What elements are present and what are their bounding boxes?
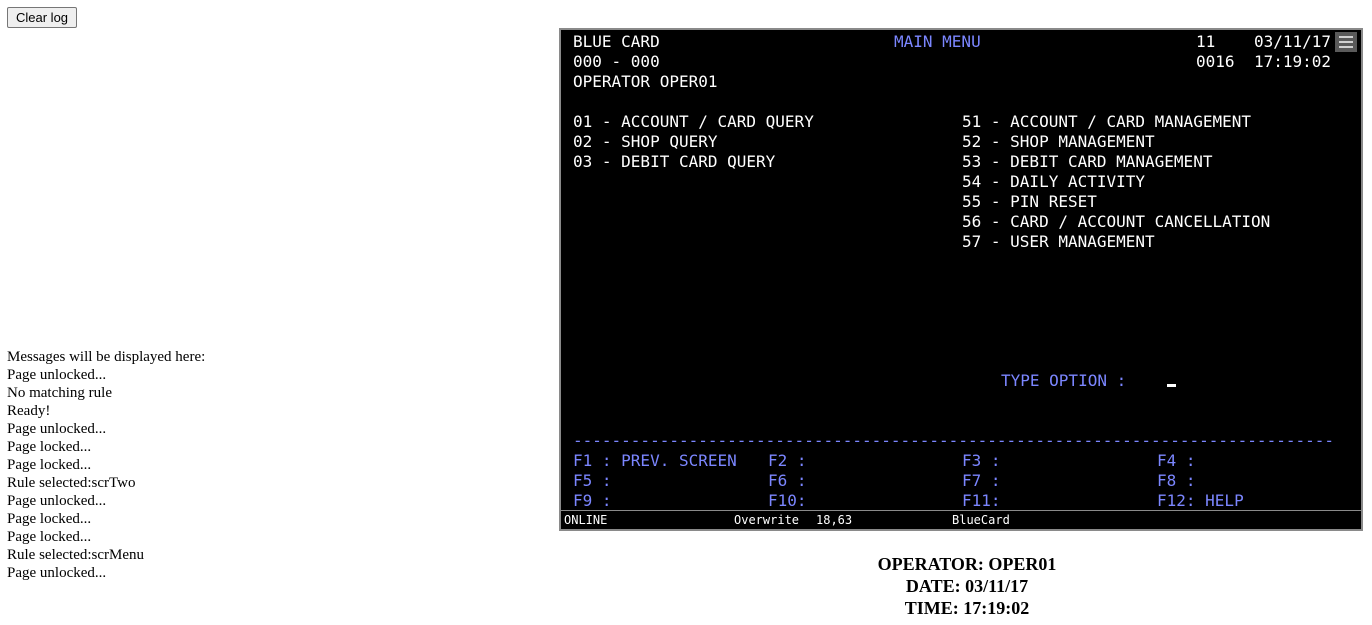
log-line: Page unlocked... — [7, 367, 107, 383]
fkey-f3[interactable]: F3 : — [962, 451, 1001, 471]
log-line: Rule selected:scrMenu — [7, 547, 145, 563]
menu-option-53: 53 - DEBIT CARD MANAGEMENT — [962, 152, 1213, 171]
log-line: Ready! — [7, 403, 51, 419]
option-input-cursor[interactable] — [1167, 384, 1176, 387]
info-date: DATE: 03/11/17 — [905, 576, 1029, 596]
header-time: 17:19:02 — [1254, 52, 1332, 71]
fkey-f11[interactable]: F11: — [962, 491, 1001, 511]
menu-option-51: 51 - ACCOUNT / CARD MANAGEMENT — [962, 112, 1251, 131]
log-line: Page unlocked... — [7, 421, 107, 437]
fkey-f8[interactable]: F8 : — [1157, 471, 1196, 491]
terminal-status-bar: ONLINE Overwrite 18,63 BlueCard — [561, 510, 1361, 529]
status-cursor-position: 18,63 — [816, 513, 853, 527]
log-line: Messages will be displayed here: — [7, 349, 206, 365]
app-name: BLUE CARD — [573, 32, 660, 51]
fkey-f12[interactable]: F12: HELP — [1157, 491, 1244, 511]
hamburger-menu-icon[interactable] — [1335, 32, 1357, 52]
screen-title: MAIN MENU — [894, 32, 981, 51]
header-range: 000 - 000 — [573, 52, 660, 71]
header-date: 03/11/17 — [1254, 32, 1332, 51]
status-session-name: BlueCard — [952, 513, 1010, 527]
session-info: OPERATOR: OPER01 DATE: 03/11/17 TIME: 17… — [760, 553, 1174, 619]
log-line: Page locked... — [7, 511, 92, 527]
info-operator: OPERATOR: OPER01 — [877, 554, 1057, 574]
type-option-prompt: TYPE OPTION : — [1001, 371, 1127, 390]
log-line: Page locked... — [7, 529, 92, 545]
fkey-f10[interactable]: F10: — [768, 491, 807, 511]
fkey-f9[interactable]: F9 : — [573, 491, 612, 511]
log-line: Page unlocked... — [7, 565, 107, 581]
separator-line: ----------------------------------------… — [573, 431, 1334, 450]
status-connection: ONLINE — [564, 513, 608, 527]
fkey-f2[interactable]: F2 : — [768, 451, 807, 471]
fkey-f5[interactable]: F5 : — [573, 471, 612, 491]
log-line: Rule selected:scrTwo — [7, 475, 136, 491]
log-line: Page locked... — [7, 457, 92, 473]
info-time: TIME: 17:19:02 — [904, 598, 1030, 618]
menu-option-55: 55 - PIN RESET — [962, 192, 1097, 211]
header-number: 0016 — [1196, 52, 1235, 71]
menu-option-54: 54 - DAILY ACTIVITY — [962, 172, 1146, 191]
menu-option-56: 56 - CARD / ACCOUNT CANCELLATION — [962, 212, 1271, 231]
fkey-f6[interactable]: F6 : — [768, 471, 807, 491]
menu-option-02: 02 - SHOP QUERY — [573, 132, 718, 151]
menu-option-01: 01 - ACCOUNT / CARD QUERY — [573, 112, 814, 131]
terminal-screen[interactable]: BLUE CARD MAIN MENU 11 03/11/17 000 - 00… — [559, 28, 1363, 531]
fkey-f4[interactable]: F4 : — [1157, 451, 1196, 471]
log-line: Page unlocked... — [7, 493, 107, 509]
menu-option-03: 03 - DEBIT CARD QUERY — [573, 152, 776, 171]
status-insert-mode: Overwrite — [734, 513, 800, 527]
fkey-f7[interactable]: F7 : — [962, 471, 1001, 491]
message-log: Messages will be displayed here: Page un… — [7, 348, 547, 582]
clear-log-button[interactable]: Clear log — [7, 7, 78, 28]
log-line: No matching rule — [7, 385, 112, 401]
menu-option-57: 57 - USER MANAGEMENT — [962, 232, 1155, 251]
log-line: Page locked... — [7, 439, 92, 455]
fkey-f1[interactable]: F1 : PREV. SCREEN — [573, 451, 737, 471]
header-operator: OPERATOR OPER01 — [573, 72, 718, 91]
menu-option-52: 52 - SHOP MANAGEMENT — [962, 132, 1155, 151]
header-code: 11 — [1196, 32, 1216, 51]
